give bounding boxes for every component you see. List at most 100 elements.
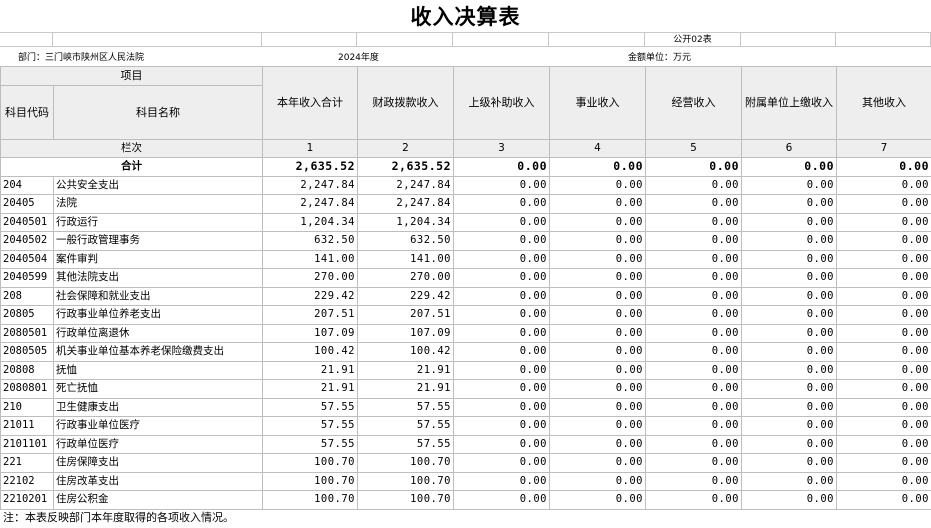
amount-cell[interactable]: 0.00 (741, 397, 837, 417)
amount-cell[interactable]: 21.91 (262, 379, 358, 399)
amount-cell[interactable]: 632.50 (357, 231, 454, 251)
amount-cell[interactable]: 0.00 (645, 434, 742, 454)
subject-code-cell[interactable]: 2040599 (0, 268, 54, 288)
amount-cell[interactable]: 21.91 (357, 360, 454, 380)
total-value[interactable]: 0.00 (453, 157, 550, 177)
amount-cell[interactable]: 0.00 (741, 268, 837, 288)
subject-code-cell[interactable]: 2040501 (0, 212, 54, 232)
subject-name-cell[interactable]: 其他法院支出 (53, 268, 263, 288)
amount-cell[interactable]: 0.00 (453, 453, 550, 473)
subject-code-cell[interactable]: 208 (0, 286, 54, 306)
subject-code-cell[interactable]: 221 (0, 453, 54, 473)
amount-cell[interactable]: 0.00 (645, 194, 742, 214)
amount-cell[interactable]: 0.00 (741, 231, 837, 251)
amount-cell[interactable]: 0.00 (836, 231, 931, 251)
amount-cell[interactable]: 0.00 (453, 360, 550, 380)
amount-cell[interactable]: 0.00 (453, 268, 550, 288)
amount-cell[interactable]: 57.55 (262, 416, 358, 436)
amount-cell[interactable]: 0.00 (836, 397, 931, 417)
subject-name-cell[interactable]: 案件审判 (53, 249, 263, 269)
subject-code-cell[interactable]: 2040502 (0, 231, 54, 251)
amount-cell[interactable]: 632.50 (262, 231, 358, 251)
subject-code-cell[interactable]: 210 (0, 397, 54, 417)
amount-cell[interactable]: 2,247.84 (262, 194, 358, 214)
amount-cell[interactable]: 141.00 (357, 249, 454, 269)
amount-cell[interactable]: 0.00 (453, 175, 550, 195)
amount-cell[interactable]: 0.00 (645, 360, 742, 380)
amount-cell[interactable]: 207.51 (262, 305, 358, 325)
grid-cell[interactable] (741, 32, 836, 47)
subject-name-cell[interactable]: 住房改革支出 (53, 471, 263, 491)
amount-cell[interactable]: 100.42 (262, 342, 358, 362)
subject-name-cell[interactable]: 法院 (53, 194, 263, 214)
amount-cell[interactable]: 0.00 (549, 397, 646, 417)
amount-cell[interactable]: 0.00 (453, 305, 550, 325)
amount-cell[interactable]: 0.00 (549, 453, 646, 473)
amount-cell[interactable]: 57.55 (262, 434, 358, 454)
amount-cell[interactable]: 0.00 (549, 471, 646, 491)
subject-name-cell[interactable]: 住房公积金 (53, 490, 263, 510)
amount-cell[interactable]: 0.00 (453, 286, 550, 306)
amount-cell[interactable]: 0.00 (836, 379, 931, 399)
amount-cell[interactable]: 0.00 (741, 249, 837, 269)
subject-code-cell[interactable]: 2040504 (0, 249, 54, 269)
amount-cell[interactable]: 21.91 (262, 360, 358, 380)
subject-name-cell[interactable]: 行政运行 (53, 212, 263, 232)
amount-cell[interactable]: 0.00 (453, 231, 550, 251)
subject-code-cell[interactable]: 22102 (0, 471, 54, 491)
subject-code-cell[interactable]: 2080501 (0, 323, 54, 343)
amount-cell[interactable]: 0.00 (836, 286, 931, 306)
amount-cell[interactable]: 0.00 (741, 342, 837, 362)
total-value[interactable]: 0.00 (549, 157, 646, 177)
grid-cell[interactable] (453, 32, 549, 47)
amount-cell[interactable]: 0.00 (836, 453, 931, 473)
amount-cell[interactable]: 0.00 (549, 323, 646, 343)
subject-code-cell[interactable]: 204 (0, 175, 54, 195)
amount-cell[interactable]: 0.00 (645, 305, 742, 325)
subject-name-cell[interactable]: 社会保障和就业支出 (53, 286, 263, 306)
subject-name-cell[interactable]: 公共安全支出 (53, 175, 263, 195)
amount-cell[interactable]: 100.42 (357, 342, 454, 362)
amount-cell[interactable]: 0.00 (453, 397, 550, 417)
amount-cell[interactable]: 0.00 (453, 323, 550, 343)
amount-cell[interactable]: 0.00 (741, 453, 837, 473)
amount-cell[interactable]: 1,204.34 (357, 212, 454, 232)
amount-cell[interactable]: 0.00 (549, 490, 646, 510)
subject-name-cell[interactable]: 行政事业单位养老支出 (53, 305, 263, 325)
amount-cell[interactable]: 0.00 (549, 249, 646, 269)
amount-cell[interactable]: 100.70 (357, 471, 454, 491)
subject-code-cell[interactable]: 2080801 (0, 379, 54, 399)
amount-cell[interactable]: 0.00 (645, 416, 742, 436)
amount-cell[interactable]: 2,247.84 (262, 175, 358, 195)
amount-cell[interactable]: 0.00 (645, 397, 742, 417)
amount-cell[interactable]: 0.00 (549, 305, 646, 325)
amount-cell[interactable]: 0.00 (836, 360, 931, 380)
amount-cell[interactable]: 100.70 (262, 471, 358, 491)
amount-cell[interactable]: 57.55 (357, 416, 454, 436)
amount-cell[interactable]: 270.00 (262, 268, 358, 288)
amount-cell[interactable]: 0.00 (453, 212, 550, 232)
amount-cell[interactable]: 21.91 (357, 379, 454, 399)
amount-cell[interactable]: 2,247.84 (357, 194, 454, 214)
amount-cell[interactable]: 0.00 (453, 490, 550, 510)
amount-cell[interactable]: 0.00 (549, 379, 646, 399)
subject-name-cell[interactable]: 机关事业单位基本养老保险缴费支出 (53, 342, 263, 362)
amount-cell[interactable]: 0.00 (741, 471, 837, 491)
subject-name-cell[interactable]: 行政单位医疗 (53, 434, 263, 454)
total-value[interactable]: 0.00 (645, 157, 742, 177)
amount-cell[interactable]: 141.00 (262, 249, 358, 269)
amount-cell[interactable]: 0.00 (741, 305, 837, 325)
amount-cell[interactable]: 0.00 (836, 434, 931, 454)
subject-name-cell[interactable]: 行政事业单位医疗 (53, 416, 263, 436)
amount-cell[interactable]: 0.00 (741, 434, 837, 454)
grid-cell[interactable] (357, 32, 453, 47)
amount-cell[interactable]: 229.42 (262, 286, 358, 306)
amount-cell[interactable]: 0.00 (645, 268, 742, 288)
amount-cell[interactable]: 0.00 (741, 379, 837, 399)
amount-cell[interactable]: 1,204.34 (262, 212, 358, 232)
amount-cell[interactable]: 229.42 (357, 286, 454, 306)
amount-cell[interactable]: 0.00 (645, 175, 742, 195)
amount-cell[interactable]: 100.70 (262, 490, 358, 510)
subject-code-cell[interactable]: 20405 (0, 194, 54, 214)
amount-cell[interactable]: 0.00 (836, 194, 931, 214)
